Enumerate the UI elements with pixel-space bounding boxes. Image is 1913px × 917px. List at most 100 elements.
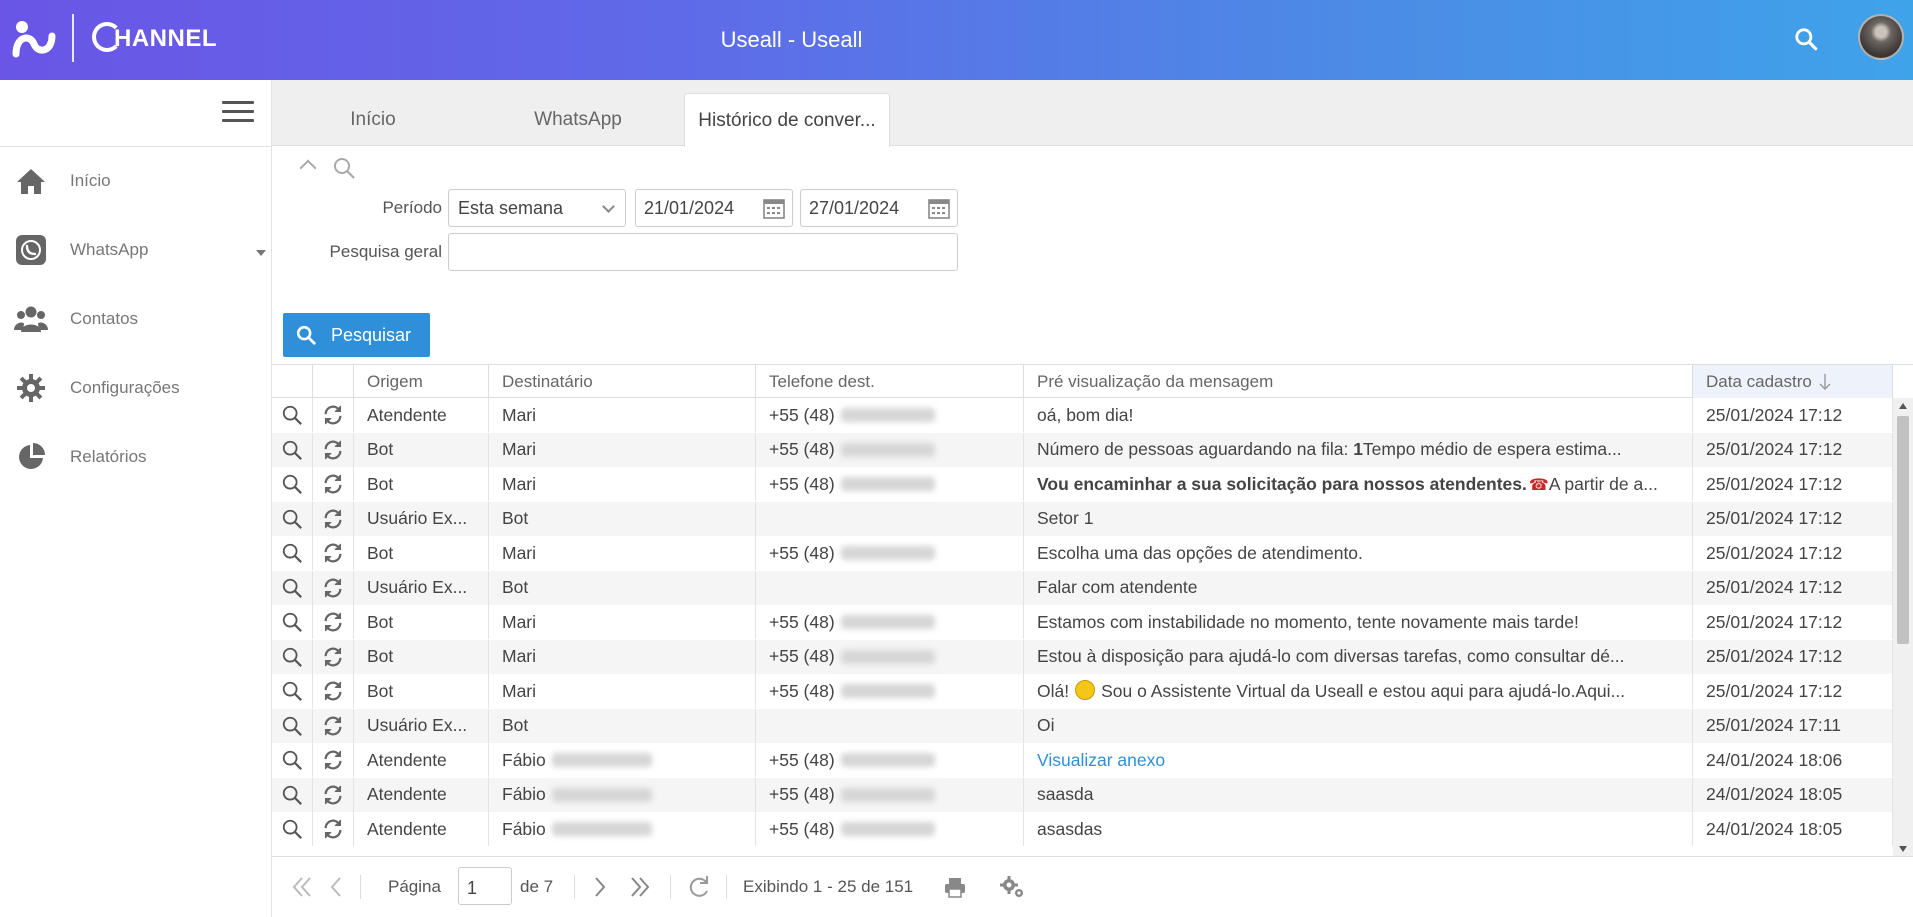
table-row[interactable]: Bot Mari +55 (48) Estou à disposição para a… (272, 639, 1893, 674)
tab-historico-conversas[interactable]: Histórico de conver... (684, 93, 890, 147)
refresh-icon[interactable] (686, 872, 712, 902)
table-row[interactable]: Bot Mari +55 (48) Número de pessoas aguarda… (272, 432, 1893, 467)
refresh-icon[interactable] (322, 508, 344, 530)
attachment-link[interactable]: Visualizar anexo (1037, 750, 1165, 770)
column-header-data-cadastro[interactable]: Data cadastro (1693, 365, 1893, 398)
column-header-mensagem[interactable]: Pré visualização da mensagem (1024, 365, 1693, 398)
table-row[interactable]: Atendente Mari +55 (48) oá, bom dia! 25/01/2… (272, 398, 1893, 432)
search-icon[interactable] (281, 784, 303, 806)
search-icon[interactable] (281, 611, 303, 633)
refresh-icon[interactable] (322, 611, 344, 633)
search-icon[interactable] (281, 577, 303, 599)
table-row[interactable]: Bot Mari +55 (48) Escolha uma das opções de… (272, 536, 1893, 570)
settings-gears-icon[interactable] (998, 872, 1026, 902)
refresh-icon[interactable] (322, 749, 344, 771)
sidebar-item-configuracoes[interactable]: Configurações (0, 360, 272, 416)
period-select[interactable]: Esta semana (448, 189, 626, 227)
resend-cell[interactable] (313, 570, 354, 605)
table-row[interactable]: Bot Mari +55 (48) Olá! Sou o Assistente Virt… (272, 674, 1893, 708)
resend-cell[interactable] (313, 501, 354, 536)
search-icon[interactable] (281, 715, 303, 737)
search-icon[interactable] (332, 156, 356, 180)
view-conversation-cell[interactable] (272, 432, 313, 467)
search-icon[interactable] (281, 818, 303, 840)
column-header-origem[interactable]: Origem (354, 365, 489, 398)
view-conversation-cell[interactable] (272, 639, 313, 674)
column-header-destinatario[interactable]: Destinatário (489, 365, 756, 398)
view-conversation-cell[interactable] (272, 570, 313, 605)
page-number-input[interactable]: 1 (458, 867, 512, 905)
last-page-icon[interactable] (626, 872, 656, 902)
resend-cell[interactable] (313, 432, 354, 467)
sidebar-item-whatsapp[interactable]: WhatsApp (0, 222, 272, 278)
table-row[interactable]: Usuário Ex... Bot Oi 25/01/2024 17:11 (272, 708, 1893, 743)
resend-cell[interactable] (313, 674, 354, 708)
search-icon[interactable] (1793, 26, 1819, 52)
view-conversation-cell[interactable] (272, 777, 313, 812)
next-page-icon[interactable] (588, 872, 612, 902)
scroll-down-icon[interactable] (1899, 846, 1907, 852)
first-page-icon[interactable] (286, 872, 316, 902)
search-icon[interactable] (281, 439, 303, 461)
chevron-up-icon[interactable] (299, 159, 317, 177)
calendar-icon[interactable] (927, 196, 951, 220)
message-preview-cell[interactable]: Visualizar anexo (1024, 743, 1693, 777)
view-conversation-cell[interactable] (272, 708, 313, 743)
view-conversation-cell[interactable] (272, 501, 313, 536)
refresh-icon[interactable] (322, 646, 344, 668)
refresh-icon[interactable] (322, 542, 344, 564)
search-icon[interactable] (281, 404, 303, 426)
refresh-icon[interactable] (322, 404, 344, 426)
table-row[interactable]: Atendente Fábio +55 (48) saasda 24/01/2024 1… (272, 777, 1893, 812)
resend-cell[interactable] (313, 708, 354, 743)
resend-cell[interactable] (313, 812, 354, 846)
refresh-icon[interactable] (322, 577, 344, 599)
search-icon[interactable] (281, 508, 303, 530)
resend-cell[interactable] (313, 639, 354, 674)
calendar-icon[interactable] (762, 196, 786, 220)
refresh-icon[interactable] (322, 715, 344, 737)
date-from-field[interactable]: 21/01/2024 (635, 189, 793, 227)
sidebar-item-inicio[interactable]: Início (0, 153, 272, 209)
date-to-field[interactable]: 27/01/2024 (800, 189, 958, 227)
table-row[interactable]: Usuário Ex... Bot Setor 1 25/01/2024 17:12 (272, 501, 1893, 536)
search-icon[interactable] (281, 749, 303, 771)
table-row[interactable]: Usuário Ex... Bot Falar com atendente 25/01… (272, 570, 1893, 605)
refresh-icon[interactable] (322, 473, 344, 495)
chevron-down-icon[interactable] (256, 250, 266, 256)
refresh-icon[interactable] (322, 680, 344, 702)
resend-cell[interactable] (313, 398, 354, 432)
view-conversation-cell[interactable] (272, 536, 313, 570)
sidebar-item-contatos[interactable]: Contatos (0, 291, 272, 347)
sidebar-item-relatorios[interactable]: Relatórios (0, 429, 272, 485)
search-icon[interactable] (281, 542, 303, 564)
view-conversation-cell[interactable] (272, 674, 313, 708)
search-icon[interactable] (281, 473, 303, 495)
search-button[interactable]: Pesquisar (283, 313, 430, 357)
resend-cell[interactable] (313, 777, 354, 812)
table-row[interactable]: Bot Mari +55 (48) Estamos com instabilidade… (272, 605, 1893, 639)
print-icon[interactable] (942, 872, 968, 902)
refresh-icon[interactable] (322, 784, 344, 806)
view-conversation-cell[interactable] (272, 398, 313, 432)
avatar[interactable] (1858, 14, 1904, 60)
resend-cell[interactable] (313, 743, 354, 777)
previous-page-icon[interactable] (324, 872, 348, 902)
view-conversation-cell[interactable] (272, 467, 313, 501)
resend-cell[interactable] (313, 605, 354, 639)
search-icon[interactable] (281, 680, 303, 702)
general-search-input[interactable] (448, 233, 958, 271)
view-conversation-cell[interactable] (272, 605, 313, 639)
table-row[interactable]: Bot Mari +55 (48) Vou encaminhar a sua soli… (272, 467, 1893, 501)
view-conversation-cell[interactable] (272, 743, 313, 777)
vertical-scrollbar[interactable] (1893, 398, 1913, 856)
tab-inicio[interactable]: Início (272, 93, 474, 147)
scroll-up-icon[interactable] (1899, 403, 1907, 409)
tab-whatsapp[interactable]: WhatsApp (474, 93, 682, 147)
table-row[interactable]: Atendente Fábio +55 (48) asasdas 24/01/2024 … (272, 812, 1893, 846)
refresh-icon[interactable] (322, 818, 344, 840)
table-row[interactable]: Atendente Fábio +55 (48) Visualizar anexo 24… (272, 743, 1893, 777)
resend-cell[interactable] (313, 536, 354, 570)
column-header-telefone[interactable]: Telefone dest. (756, 365, 1024, 398)
view-conversation-cell[interactable] (272, 812, 313, 846)
